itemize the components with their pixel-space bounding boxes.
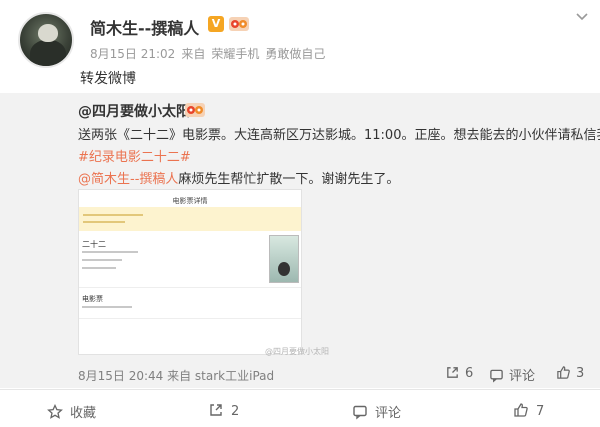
hashtag-link[interactable]: #纪录电影二十二# <box>78 146 191 165</box>
comment-label: 评论 <box>375 406 402 421</box>
post-text: 转发微博 <box>80 71 136 87</box>
repost-footer: 8月15日 20:44 来自 stark工业iPad <box>78 369 275 383</box>
favorite-button[interactable]: 收藏 <box>47 402 96 421</box>
source-device[interactable]: 荣耀手机 <box>211 47 259 61</box>
weibo-post: 简木生--撰稿人 V 8月15日 21:02 来自 荣耀手机 勇敢做自己 转发微博 @… <box>0 0 600 427</box>
avatar[interactable] <box>18 12 74 68</box>
ticket-detail-title: 电影票详情 <box>172 197 208 205</box>
vip-crown-icon <box>229 17 249 31</box>
repost-card[interactable]: @四月要做小太阳 送两张《二十二》电影票。大连高新区万达影城。11:00。正座。… <box>0 93 600 388</box>
ticket-notice-banner <box>79 207 301 231</box>
repost-comment-button[interactable]: 评论 <box>489 365 535 384</box>
ticket-screenshot-image[interactable]: 电影票详情 二十二 电影票 <box>78 189 302 355</box>
like-button[interactable]: 7 <box>513 402 544 419</box>
author-name[interactable]: 简木生--撰稿人 <box>90 15 199 39</box>
dismiss-chevron-icon[interactable] <box>574 8 590 24</box>
repost-like-count: 3 <box>576 366 585 381</box>
repost-author[interactable]: @四月要做小太阳 <box>78 101 190 121</box>
source-tail: 勇敢做自己 <box>265 47 326 61</box>
comment-icon <box>353 405 367 420</box>
favorite-label: 收藏 <box>70 406 97 421</box>
star-icon <box>47 403 63 419</box>
mention-line: @简木生--撰稿人麻烦先生帮忙扩散一下。谢谢先生了。 <box>78 168 399 187</box>
repost-share-button[interactable]: 6 <box>445 365 473 381</box>
repost-share-count: 6 <box>465 366 474 381</box>
comment-icon <box>490 369 503 383</box>
source-prefix: 来自 <box>181 47 206 61</box>
verified-badge: V <box>208 16 224 32</box>
movie-poster <box>269 235 299 283</box>
share-icon <box>447 367 458 378</box>
image-watermark: @四月要做小太阳 <box>265 347 329 356</box>
mention-text: 麻烦先生帮忙扩散一下。谢谢先生了。 <box>178 172 400 187</box>
share-count: 2 <box>231 404 240 419</box>
mention-link[interactable]: @简木生--撰稿人 <box>78 172 178 187</box>
action-bar: 收藏 2 评论 7 <box>0 389 600 427</box>
comment-button[interactable]: 评论 <box>352 402 401 421</box>
ticket-movie-name: 二十二 <box>82 240 106 249</box>
vip-crown-icon <box>185 103 205 117</box>
post-meta: 8月15日 21:02 来自 荣耀手机 勇敢做自己 <box>90 45 331 62</box>
repost-text: 送两张《二十二》电影票。大连高新区万达影城。11:00。正座。想去能去的小伙伴请… <box>78 128 600 143</box>
thumbs-up-icon <box>557 366 570 379</box>
ticket-section-label: 电影票 <box>82 295 103 303</box>
repost-like-button[interactable]: 3 <box>556 365 584 381</box>
like-count: 7 <box>536 404 545 419</box>
repost-comment-label: 评论 <box>509 369 536 384</box>
share-button[interactable]: 2 <box>208 402 239 419</box>
post-time[interactable]: 8月15日 21:02 <box>90 47 175 61</box>
thumbs-up-icon <box>514 403 528 417</box>
share-icon <box>210 404 222 416</box>
